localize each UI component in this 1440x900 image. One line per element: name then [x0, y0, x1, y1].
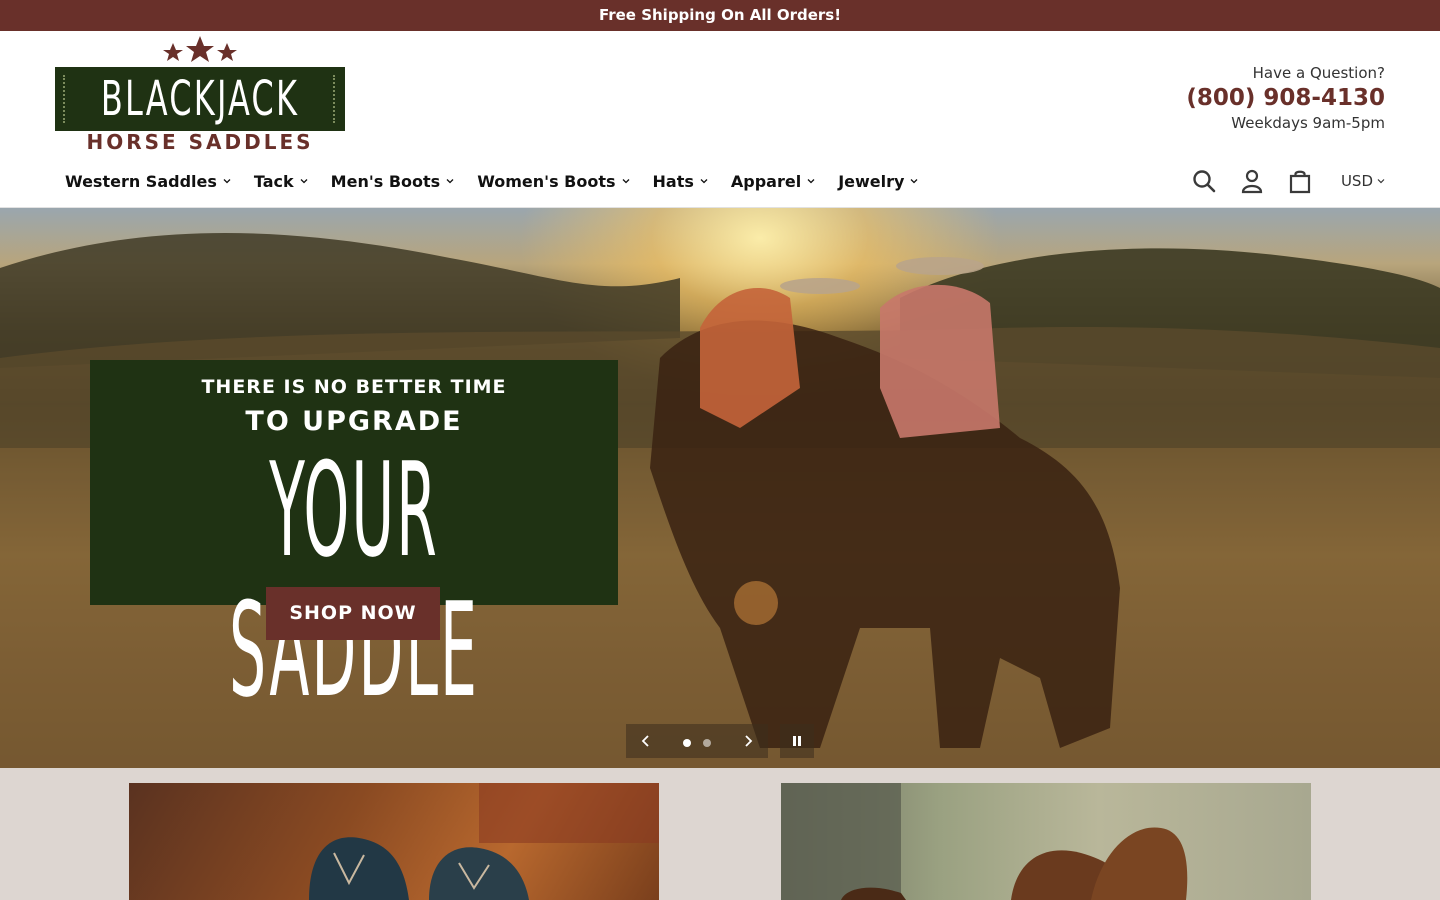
chevron-down-icon: [223, 179, 231, 184]
nav-item-womens-boots[interactable]: Women's Boots: [477, 172, 629, 191]
chevron-right-icon[interactable]: [742, 734, 754, 748]
header-utilities: USD: [1191, 163, 1385, 199]
nav-item-jewelry[interactable]: Jewelry: [838, 172, 918, 191]
cart-icon[interactable]: [1287, 168, 1313, 194]
slide-dot-2[interactable]: [702, 738, 711, 747]
nav-item-label: Women's Boots: [477, 171, 616, 191]
contact-question: Have a Question?: [1252, 64, 1385, 82]
nav-item-label: Apparel: [730, 171, 802, 191]
contact-block: Have a Question? (800) 908-4130 Weekdays…: [1085, 63, 1385, 133]
nav-item-mens-boots[interactable]: Men's Boots: [331, 172, 455, 191]
pause-icon: [793, 736, 801, 746]
slide-dots: [680, 732, 713, 751]
nav-item-label: Jewelry: [838, 171, 905, 191]
chevron-down-icon: [446, 179, 454, 184]
logo-subtitle: HORSE SADDLES: [86, 130, 314, 154]
currency-selector[interactable]: USD: [1341, 172, 1385, 190]
promo-headline: YOUR SADDLE: [229, 434, 479, 726]
account-icon[interactable]: [1239, 168, 1265, 194]
currency-label: USD: [1340, 172, 1373, 190]
chevron-down-icon: [622, 179, 629, 184]
nav-item-western-saddles[interactable]: Western Saddles: [65, 172, 231, 191]
slideshow-controls: [626, 724, 768, 758]
announcement-bar: Free Shipping On All Orders!: [0, 0, 1440, 31]
boots-image: [309, 783, 659, 900]
chevron-down-icon: [1377, 179, 1385, 184]
collection-section: [0, 768, 1440, 900]
chevron-down-icon: [700, 179, 708, 184]
promo-line-2: TO UPGRADE: [245, 406, 463, 437]
collection-card-boots[interactable]: [129, 783, 659, 900]
nav-item-label: Men's Boots: [330, 171, 441, 191]
promo-line-1: THERE IS NO BETTER TIME: [201, 376, 507, 398]
site-logo[interactable]: BLACKJACK HORSE SADDLES: [55, 36, 345, 154]
search-icon[interactable]: [1191, 168, 1217, 194]
chevron-left-icon[interactable]: [640, 734, 652, 748]
contact-hours: Weekdays 9am-5pm: [1231, 114, 1385, 132]
stars-icon: [163, 36, 237, 62]
slide-dot-1[interactable]: [683, 738, 692, 747]
main-nav: Western Saddles Tack Men's Boots Women's…: [65, 166, 918, 196]
contact-phone[interactable]: (800) 908-4130: [1085, 83, 1385, 113]
chevron-down-icon: [910, 179, 918, 184]
hero-slideshow: THERE IS NO BETTER TIME TO UPGRADE YOUR …: [0, 208, 1440, 768]
nav-item-apparel[interactable]: Apparel: [731, 172, 815, 191]
promo-banner: THERE IS NO BETTER TIME TO UPGRADE YOUR …: [90, 360, 618, 720]
collection-card-saddles[interactable]: [781, 783, 1311, 900]
nav-item-label: Hats: [652, 171, 694, 191]
nav-item-label: Western Saddles: [65, 171, 217, 191]
chevron-down-icon: [807, 179, 815, 184]
nav-item-label: Tack: [253, 171, 294, 191]
nav-item-hats[interactable]: Hats: [653, 172, 708, 191]
shop-now-button[interactable]: SHOP NOW: [266, 587, 440, 640]
logo-brand: BLACKJACK: [100, 71, 300, 127]
saddles-image: [781, 783, 1188, 900]
slideshow-pause-button[interactable]: [780, 724, 814, 758]
nav-item-tack[interactable]: Tack: [254, 172, 308, 191]
chevron-down-icon: [300, 179, 308, 184]
